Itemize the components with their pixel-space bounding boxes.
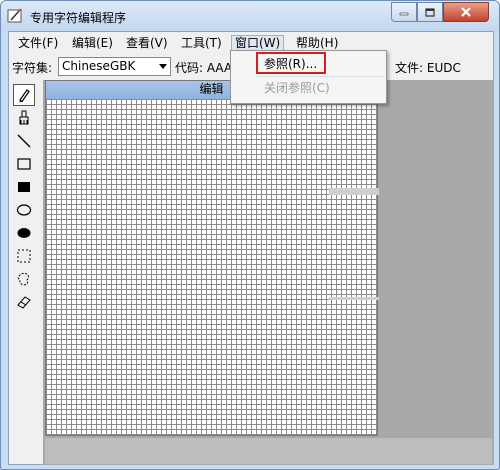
- filled-ellipse-icon: [17, 228, 31, 238]
- menu-file[interactable]: 文件(F): [15, 35, 61, 52]
- maximize-button[interactable]: [417, 2, 443, 22]
- tool-freeform-select[interactable]: [13, 268, 35, 290]
- filled-rectangle-icon: [18, 182, 30, 192]
- edit-window: 编辑: [45, 80, 378, 436]
- menu-tools[interactable]: 工具(T): [178, 35, 225, 52]
- font-guide-line: [329, 188, 379, 195]
- workspace: 编辑: [43, 80, 494, 465]
- menu-item-close-reference: 关闭参照(C): [264, 81, 330, 95]
- minimize-icon: [399, 12, 409, 16]
- app-icon: [7, 8, 22, 23]
- brush-icon: [19, 110, 29, 125]
- glyph-edit-grid[interactable]: [46, 99, 377, 435]
- font-guide-line: [329, 297, 379, 300]
- tool-brush[interactable]: [13, 107, 35, 129]
- close-button[interactable]: [443, 2, 489, 22]
- pencil-icon: [19, 89, 30, 103]
- file-label: 文件: EUDC: [395, 61, 461, 75]
- highlight-box: [256, 52, 326, 74]
- code-label: 代码: AAA: [175, 61, 233, 75]
- menu-view[interactable]: 查看(V): [123, 35, 171, 52]
- menu-separator: [257, 76, 383, 77]
- window-menu-dropdown: 参照(R)... 关闭参照(C): [230, 50, 387, 104]
- font-guide-line: [131, 185, 132, 303]
- window-title: 专用字符编辑程序: [30, 11, 127, 25]
- close-icon: [461, 7, 471, 17]
- chevron-down-icon: [159, 64, 167, 69]
- charset-select[interactable]: ChineseGBK: [58, 57, 171, 76]
- tool-hollow-rectangle[interactable]: [13, 153, 35, 175]
- title-bar[interactable]: 专用字符编辑程序: [1, 1, 499, 31]
- tool-rectangle-select[interactable]: [13, 245, 35, 267]
- tool-line[interactable]: [13, 130, 35, 152]
- eraser-icon: [17, 296, 31, 309]
- tool-hollow-ellipse[interactable]: [13, 199, 35, 221]
- workspace-bottom-strip: [45, 438, 492, 464]
- line-icon: [17, 134, 31, 148]
- tool-filled-rectangle[interactable]: [13, 176, 35, 198]
- tool-filled-ellipse[interactable]: [13, 222, 35, 244]
- menu-edit[interactable]: 编辑(E): [69, 35, 116, 52]
- app-window: 专用字符编辑程序 文件(F) 编辑(E) 查看(V) 工具(T) 窗口(W) 帮…: [0, 0, 500, 470]
- charset-label: 字符集:: [12, 61, 53, 75]
- rectangle-select-icon: [17, 249, 31, 263]
- freeform-select-icon: [17, 272, 29, 286]
- minimize-button[interactable]: [391, 2, 417, 22]
- hollow-ellipse-icon: [16, 204, 32, 216]
- tool-eraser[interactable]: [13, 291, 35, 313]
- tool-pencil[interactable]: [13, 84, 35, 106]
- hollow-rectangle-icon: [17, 158, 31, 170]
- maximize-icon: [425, 7, 435, 17]
- charset-value: ChineseGBK: [62, 59, 136, 73]
